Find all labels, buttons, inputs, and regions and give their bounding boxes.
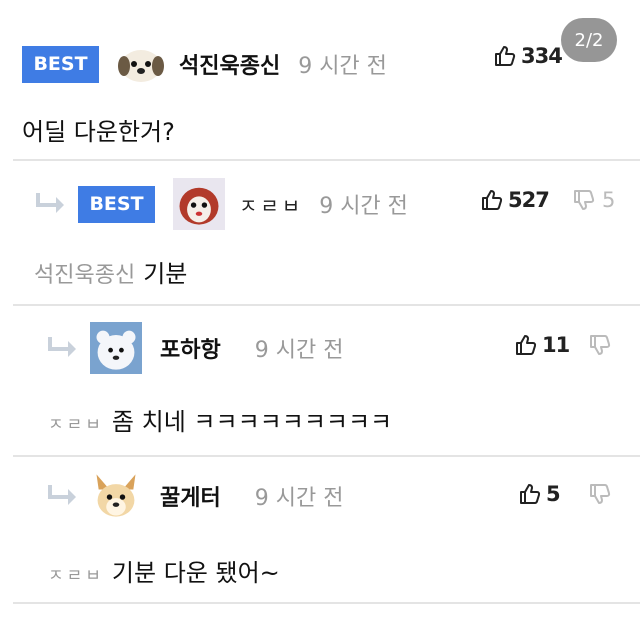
comment-text: 어딜 다운한거?: [22, 118, 175, 146]
nickname[interactable]: 석진욱종신: [179, 48, 280, 80]
best-badge: BEST: [22, 45, 99, 83]
mention-tag[interactable]: 석진욱종신: [34, 263, 135, 288]
comment-text-row: ㅈㄹㅂ 좀 치네 ㅋㅋㅋㅋㅋㅋㅋㅋㅋ: [48, 402, 392, 437]
mention-tag[interactable]: ㅈㄹㅂ: [48, 415, 104, 435]
nickname[interactable]: 포하항: [160, 332, 221, 364]
thumbs-up-icon[interactable]: [514, 333, 538, 357]
thumbs-down-icon[interactable]: [588, 333, 612, 357]
divider: [13, 159, 640, 161]
thumbs-up-icon[interactable]: [480, 188, 504, 212]
dog-avatar-icon[interactable]: [90, 470, 142, 522]
thumbs-down-icon[interactable]: [588, 482, 612, 506]
like-control[interactable]: 11: [514, 333, 570, 357]
bear-avatar-icon[interactable]: [173, 178, 225, 230]
comment-text-row: 석진욱종신 기분: [34, 254, 187, 289]
timestamp: 9 시간 전: [254, 486, 344, 511]
thumbs-up-icon[interactable]: [493, 44, 517, 68]
comment-text: 기분: [143, 260, 188, 288]
reply-arrow-icon: [36, 193, 64, 213]
comment-text: 기분 다운 됐어~: [111, 559, 280, 587]
nickname[interactable]: 꿀게터: [160, 480, 221, 512]
puppy-avatar-icon[interactable]: [117, 40, 165, 88]
thumbs-up-icon[interactable]: [518, 482, 542, 506]
like-count: 11: [542, 333, 570, 357]
like-count: 334: [521, 44, 563, 68]
divider: [13, 602, 640, 604]
reply-arrow-icon: [48, 485, 76, 505]
comment-header: BEST 석진욱종신 9 시간 전: [22, 40, 387, 88]
like-control[interactable]: 527: [480, 188, 550, 212]
divider: [13, 304, 640, 306]
like-control[interactable]: 334: [493, 44, 563, 68]
like-count: 527: [508, 188, 550, 212]
nickname[interactable]: ㅈㄹㅂ: [239, 190, 303, 219]
dislike-control[interactable]: 5: [572, 188, 615, 212]
timestamp: 9 시간 전: [298, 54, 387, 79]
comment-header: BEST ㅈㄹㅂ 9 시간 전: [34, 178, 408, 230]
comment-text-row: ㅈㄹㅂ 기분 다운 됐어~: [48, 553, 280, 588]
thumbs-down-icon[interactable]: [572, 188, 596, 212]
like-count: 5: [546, 482, 561, 506]
like-control[interactable]: 5: [518, 482, 561, 506]
timestamp: 9 시간 전: [254, 338, 344, 363]
divider: [13, 455, 640, 457]
polar-bear-avatar-icon[interactable]: [90, 322, 142, 374]
best-badge: BEST: [78, 185, 155, 223]
comment-header: 포하항 9 시간 전: [46, 322, 343, 374]
page-indicator: 2/2: [561, 18, 617, 62]
dislike-control[interactable]: [588, 482, 612, 506]
dislike-control[interactable]: [588, 333, 612, 357]
timestamp: 9 시간 전: [319, 194, 408, 219]
mention-tag[interactable]: ㅈㄹㅂ: [48, 566, 104, 586]
comment-header: 꿀게터 9 시간 전: [46, 470, 343, 522]
comment-text: 좀 치네 ㅋㅋㅋㅋㅋㅋㅋㅋㅋ: [111, 408, 393, 436]
dislike-count: 5: [602, 188, 616, 212]
reply-arrow-icon: [48, 337, 76, 357]
